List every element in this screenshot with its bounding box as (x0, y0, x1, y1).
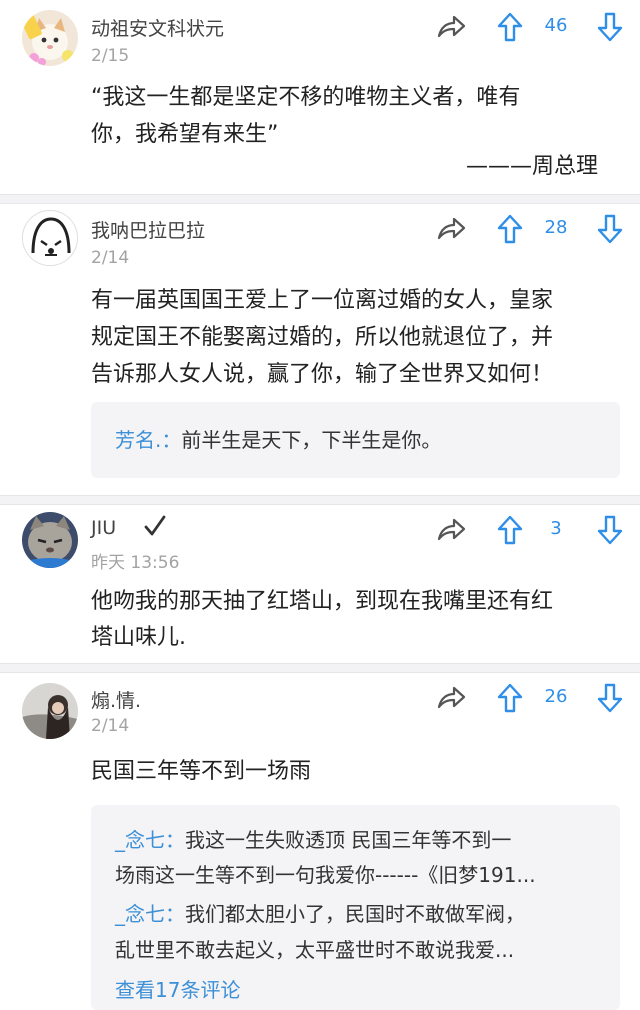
share-icon[interactable] (436, 517, 466, 543)
reply-text: 乱世里不敢去起义，太平盛世时不敢说我爱... (115, 938, 515, 962)
downvote-icon[interactable] (597, 214, 623, 244)
comment-text-line: 他吻我的那天抽了红塔山，到现在我嘴里还有红 (91, 589, 554, 614)
reply-line: 芳名.：前半生是天下，下半生是你。 (115, 423, 441, 457)
reply-author[interactable]: _念七： (115, 902, 185, 926)
comment-text-line: ———周总理 (465, 154, 598, 179)
reply-box[interactable]: _念七：我这一生失败透顶 民国三年等不到一 场雨这一生等不到一句我爱你-----… (91, 805, 620, 1010)
username[interactable]: 我呐巴拉巴拉 (91, 216, 205, 243)
verified-check-icon (144, 515, 166, 536)
comment-item: 动祖安文科状元 2/15 46 “我这一生都是坚定不移的唯物主义者，唯有 你，我… (0, 0, 640, 198)
upvote-icon[interactable] (497, 683, 523, 713)
vote-count: 46 (544, 15, 568, 36)
comment-text-line: 规定国王不能娶离过婚的，所以他就退位了，并 (91, 325, 554, 350)
comment-text-line: 民国三年等不到一场雨 (91, 759, 312, 784)
comment-text-line: 你，我希望有来生” (91, 122, 279, 147)
username[interactable]: 煽.情. (91, 686, 141, 713)
reply-line: 场雨这一生等不到一句我爱你------《旧梦191... (115, 858, 536, 892)
upvote-icon[interactable] (497, 214, 523, 244)
comment-date: 2/15 (91, 46, 130, 66)
share-icon[interactable] (436, 685, 466, 711)
downvote-icon[interactable] (597, 12, 623, 42)
comment-text-line: 塔山味儿. (91, 625, 186, 650)
reply-text: 我们都太胆小了，民国时不敢做军阀， (185, 902, 525, 926)
comment-text-line: 有一届英国国王爱上了一位离过婚的女人，皇家 (91, 288, 554, 313)
reply-text: 我这一生失败透顶 民国三年等不到一 (185, 828, 512, 852)
username[interactable]: 动祖安文科状元 (91, 14, 224, 41)
comment-date: 2/14 (91, 716, 130, 736)
reply-author[interactable]: _念七： (115, 828, 185, 852)
girl-photo-avatar-icon[interactable] (22, 683, 78, 739)
share-icon[interactable] (436, 14, 466, 40)
reply-line: _念七：我这一生失败透顶 民国三年等不到一 (115, 823, 511, 857)
reply-box[interactable]: 芳名.：前半生是天下，下半生是你。 (91, 402, 620, 478)
reply-text: 场雨这一生等不到一句我爱你------《旧梦191... (115, 863, 536, 887)
comment-date: 2/14 (91, 248, 130, 268)
cat-photo-avatar-icon[interactable] (22, 512, 78, 568)
reply-text: 前半生是天下，下半生是你。 (181, 428, 442, 452)
reply-line: _念七：我们都太胆小了，民国时不敢做军阀， (115, 897, 525, 931)
comment-item: 煽.情. 2/14 26 民国三年等不到一场雨 _念七：我这一生失败透顶 民国三… (0, 667, 640, 1010)
username[interactable]: JIU (91, 517, 116, 539)
downvote-icon[interactable] (597, 683, 623, 713)
vote-count: 3 (550, 518, 562, 539)
vote-count: 28 (544, 217, 568, 238)
comment-item: JIU 昨天 13:56 3 他吻我的那天抽了红塔山，到现在我嘴里还有红 塔山味… (0, 499, 640, 667)
comment-date: 昨天 13:56 (91, 553, 180, 573)
upvote-icon[interactable] (497, 12, 523, 42)
reply-author[interactable]: 芳名.： (115, 428, 181, 452)
comment-item: 我呐巴拉巴拉 2/14 28 有一届英国国王爱上了一位离过婚的女人，皇家 规定国… (0, 198, 640, 499)
sketch-face-avatar-icon[interactable] (22, 210, 78, 266)
cat-avatar-icon[interactable] (22, 10, 78, 66)
share-icon[interactable] (436, 216, 466, 242)
reply-line: 乱世里不敢去起义，太平盛世时不敢说我爱... (115, 933, 514, 967)
downvote-icon[interactable] (597, 515, 623, 545)
view-more-comments-link[interactable]: 查看17条评论 (115, 974, 240, 1003)
comment-text-line: “我这一生都是坚定不移的唯物主义者，唯有 (91, 85, 521, 110)
comment-text-line: 告诉那人女人说，赢了你，输了全世界又如何！ (91, 362, 554, 387)
upvote-icon[interactable] (497, 515, 523, 545)
vote-count: 26 (544, 686, 568, 707)
